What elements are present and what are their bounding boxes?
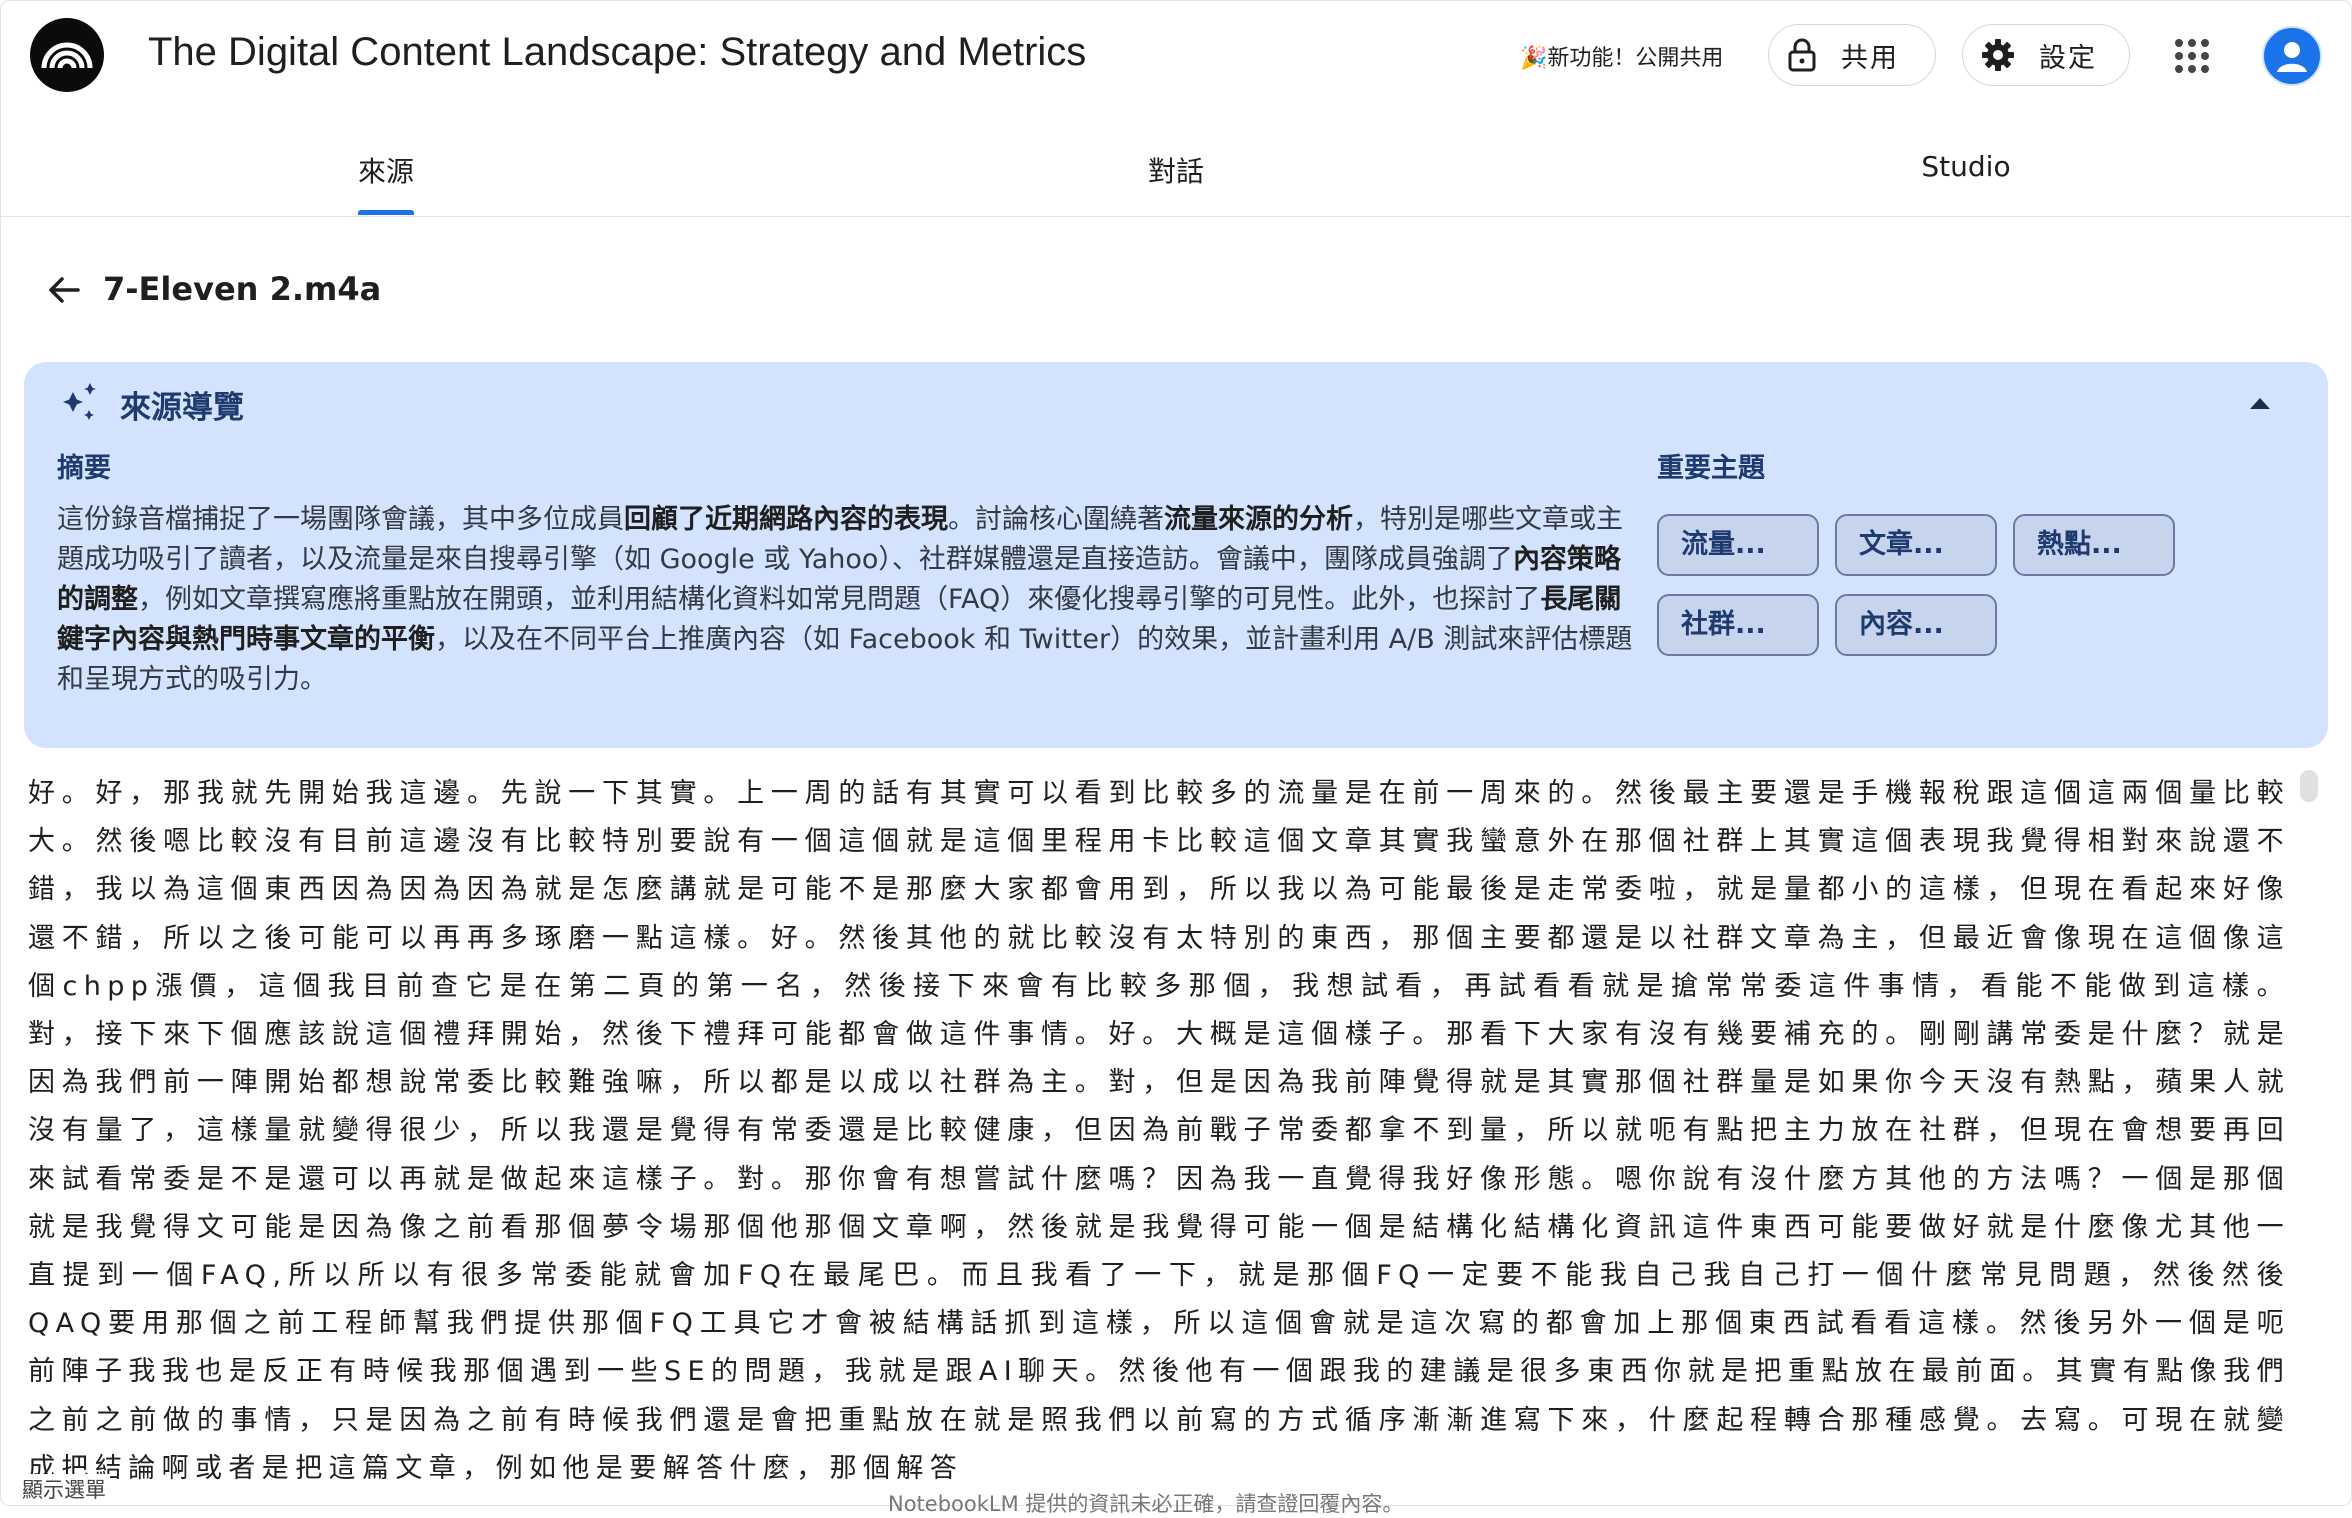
- summary-heading: 摘要: [57, 453, 111, 484]
- tab-bar: 來源 對話 Studio: [0, 140, 2350, 217]
- tab-chat[interactable]: 對話: [1120, 150, 1232, 190]
- topic-chip[interactable]: 文章...: [1835, 514, 1997, 576]
- key-topics-heading: 重要主題: [1657, 453, 1765, 484]
- summary-text: 這份錄音檔捕捉了一場團隊會議，其中多位成員回顧了近期網路內容的表現。討論核心圍繞…: [57, 504, 1633, 695]
- notebooklm-logo-icon[interactable]: [30, 18, 104, 92]
- new-feature-public-share-link[interactable]: 🎉新功能！公開共用: [1520, 40, 1723, 72]
- disclaimer-text: NotebookLM 提供的資訊未必正確，請查證回覆內容。: [888, 1492, 1404, 1516]
- show-menu-button[interactable]: 顯示選單: [22, 1474, 110, 1504]
- topic-chip[interactable]: 流量...: [1657, 514, 1819, 576]
- transcript-text: 好。好，那我就先開始我這邊。先說一下其實。上一周的話有其實可以看到比較多的流量是…: [28, 778, 2290, 1484]
- topic-chip[interactable]: 內容...: [1835, 594, 1997, 656]
- sparkle-icon: [63, 383, 96, 420]
- topic-chip[interactable]: 熱點...: [2013, 514, 2175, 576]
- account-avatar-icon[interactable]: [2262, 26, 2322, 86]
- notebook-title[interactable]: The Digital Content Landscape: Strategy …: [148, 30, 1086, 75]
- lock-icon: [1788, 38, 1816, 72]
- gear-icon: [1982, 39, 2014, 71]
- back-arrow-icon[interactable]: [44, 270, 84, 310]
- apps-grid-icon[interactable]: [2174, 38, 2210, 74]
- source-file-name: 7-Eleven 2.m4a: [103, 270, 382, 308]
- share-label: 共用: [1841, 42, 1899, 74]
- settings-button[interactable]: 設定: [1962, 24, 2130, 86]
- tab-studio[interactable]: Studio: [1896, 150, 2036, 183]
- collapse-caret-icon[interactable]: [2250, 398, 2270, 409]
- scrollbar-thumb[interactable]: [2300, 770, 2318, 802]
- tab-sources[interactable]: 來源: [330, 150, 442, 190]
- guide-title: 來源導覽: [120, 390, 244, 426]
- share-button[interactable]: 共用: [1768, 24, 1936, 86]
- source-guide-panel: 來源導覽 摘要 這份錄音檔捕捉了一場團隊會議，其中多位成員回顧了近期網路內容的表…: [24, 362, 2328, 748]
- topic-chip[interactable]: 社群...: [1657, 594, 1819, 656]
- settings-label: 設定: [2039, 42, 2097, 74]
- active-tab-indicator: [358, 210, 414, 215]
